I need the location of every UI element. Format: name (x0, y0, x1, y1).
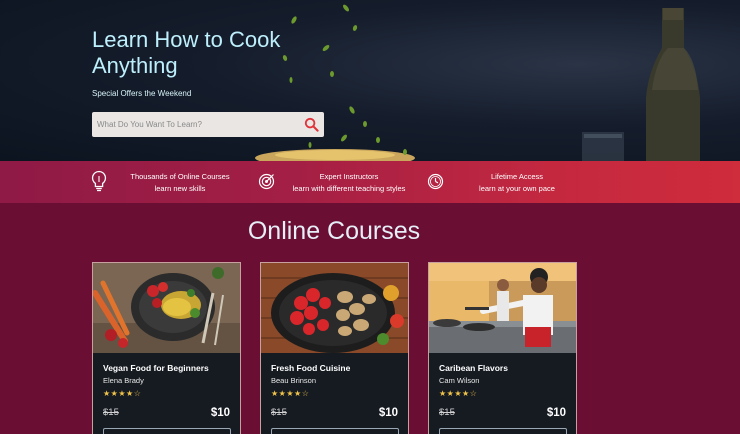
course-rating: ★★★★☆ (271, 389, 310, 398)
course-image (93, 263, 240, 353)
course-image (429, 263, 576, 353)
course-old-price: $15 (271, 407, 287, 418)
feature-title: Thousands of Online Courses (130, 172, 230, 181)
course-author: Elena Brady (103, 376, 144, 385)
course-rating: ★★★★☆ (103, 389, 142, 398)
course-author: Beau Brinson (271, 376, 317, 385)
feature-subtitle: learn new skills (154, 184, 206, 193)
feature-subtitle: learn with different teaching styles (292, 184, 406, 193)
course-title[interactable]: Vegan Food for Beginners (103, 363, 209, 373)
course-rating: ★★★★☆ (439, 389, 478, 398)
feature-subtitle: learn at your own pace (479, 184, 555, 193)
course-price: $10 (378, 407, 398, 419)
course-enroll-button[interactable] (103, 428, 231, 434)
course-card[interactable]: Caribean Flavors Cam Wilson ★★★★☆ $15 $1… (428, 262, 577, 434)
feature-title: Lifetime Access (490, 172, 544, 181)
course-enroll-button[interactable] (439, 428, 567, 434)
course-author: Cam Wilson (439, 376, 480, 385)
features-bar: Thousands of Online Courses learn new sk… (0, 161, 740, 203)
course-enroll-button[interactable] (271, 428, 399, 434)
clock-icon (427, 173, 444, 190)
course-price: $10 (210, 407, 230, 419)
hero-banner: Learn How to Cook Anything Special Offer… (0, 0, 740, 161)
search-bar (92, 112, 324, 137)
course-old-price: $15 (103, 407, 119, 418)
search-icon[interactable] (304, 117, 319, 132)
course-image (261, 263, 408, 353)
course-card[interactable]: Vegan Food for Beginners Elena Brady ★★★… (92, 262, 241, 434)
course-title[interactable]: Fresh Food Cuisine (271, 363, 350, 373)
course-title[interactable]: Caribean Flavors (439, 363, 508, 373)
lightbulb-icon (91, 170, 107, 192)
target-icon (258, 173, 275, 190)
course-card[interactable]: Fresh Food Cuisine Beau Brinson ★★★★☆ $1… (260, 262, 409, 434)
hero-title: Learn How to Cook Anything (92, 27, 281, 78)
course-old-price: $15 (439, 407, 455, 418)
search-input[interactable] (97, 118, 297, 131)
course-price: $10 (546, 407, 566, 419)
hero-subtitle: Special Offers the Weekend (92, 89, 192, 98)
feature-title: Expert Instructors (319, 172, 379, 181)
section-title: Online Courses (247, 217, 421, 245)
